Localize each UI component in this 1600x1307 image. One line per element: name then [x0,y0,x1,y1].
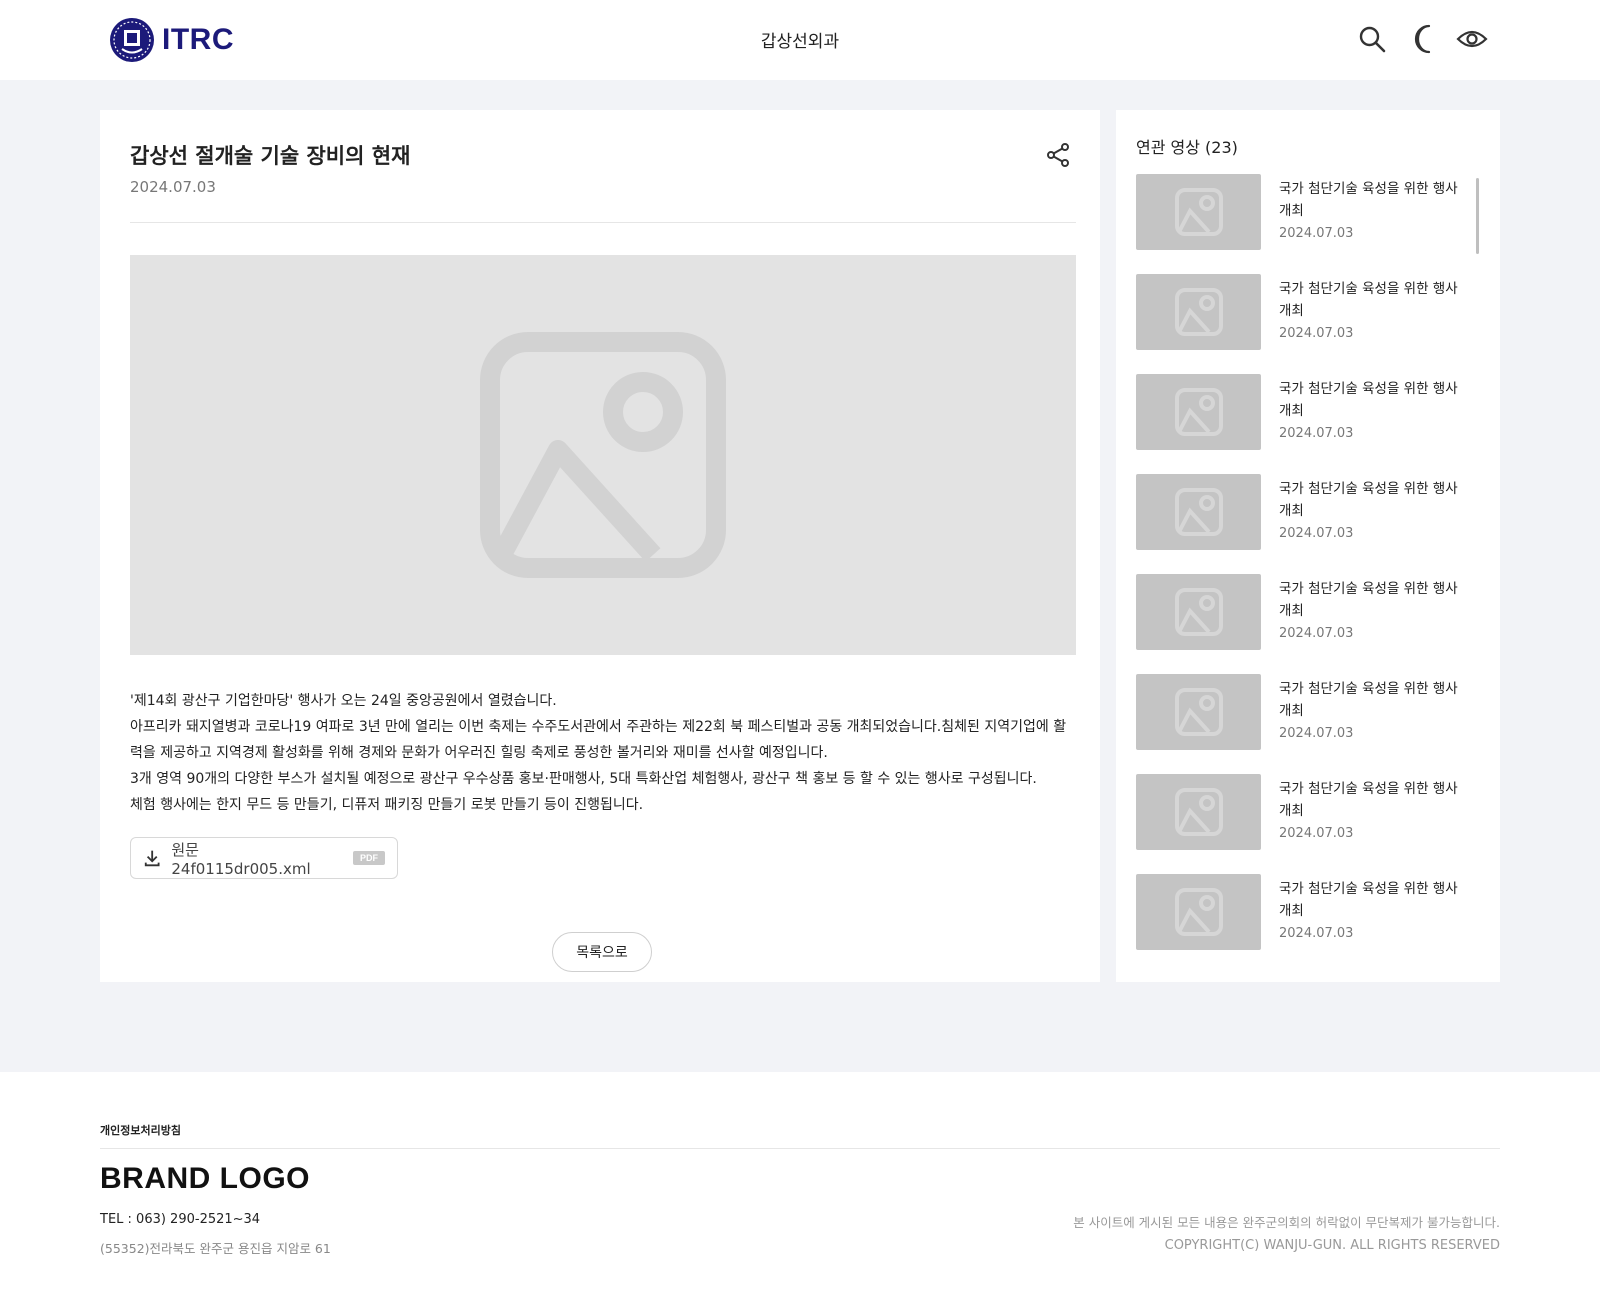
body-paragraph: '제14회 광산구 기업한마당' 행사가 오는 24일 중앙공원에서 열렸습니다… [130,693,557,709]
video-date: 2024.07.03 [1279,826,1354,841]
video-title: 국가 첨단기술 육성을 위한 행사 개최 [1279,681,1458,719]
attachment-download-button[interactable]: 원문 24f0115dr005.xml PDF [130,837,398,879]
university-seal-icon [110,18,154,62]
image-placeholder-icon [1174,188,1223,236]
video-thumbnail [1136,374,1261,450]
footer-divider [100,1148,1500,1149]
list-item[interactable]: 국가 첨단기술 육성을 위한 행사 개최 2024.07.03 [1136,374,1476,474]
post-body: '제14회 광산구 기업한마당' 행사가 오는 24일 중앙공원에서 열렸습니다… [130,688,1076,818]
body-paragraph: 아프리카 돼지열병과 코로나19 여파로 3년 만에 열리는 이번 축제는 수주… [130,719,1067,761]
video-title: 국가 첨단기술 육성을 위한 행사 개최 [1279,581,1458,619]
footer-address: (55352)전라북도 완주군 용진읍 지암로 61 [100,1241,331,1256]
hero-image-placeholder [130,255,1076,655]
list-item[interactable]: 국가 첨단기술 육성을 위한 행사 개최 2024.07.03 [1136,274,1476,374]
list-item[interactable]: 국가 첨단기술 육성을 위한 행사 개최 2024.07.03 [1136,874,1476,974]
video-date: 2024.07.03 [1279,526,1354,541]
video-title: 국가 첨단기술 육성을 위한 행사 개최 [1279,281,1458,319]
brand-logo: BRAND LOGO [100,1162,310,1195]
download-icon [144,850,160,867]
image-placeholder-icon [1174,388,1223,436]
header-tools [1356,22,1488,56]
video-date: 2024.07.03 [1279,326,1354,341]
video-date: 2024.07.03 [1279,926,1354,941]
footer-copyright: COPYRIGHT(C) WANJU-GUN. ALL RIGHTS RESER… [1164,1238,1500,1253]
moon-icon[interactable] [1406,22,1438,56]
video-title: 국가 첨단기술 육성을 위한 행사 개최 [1279,881,1458,919]
article-card: 갑상선 절개술 기술 장비의 현재 2024.07.03 '제14회 광산구 기… [100,110,1100,982]
footer-notice: 본 사이트에 게시된 모든 내용은 완주군의회의 허락없이 무단복제가 불가능합… [1073,1215,1500,1230]
body-paragraph: 체험 행사에는 한지 무드 등 만들기, 디퓨저 패키징 만들기 로봇 만들기 … [130,797,644,813]
video-title: 국가 첨단기술 육성을 위한 행사 개최 [1279,781,1458,819]
related-videos-title: 연관 영상 (23) [1136,138,1238,157]
list-item[interactable]: 국가 첨단기술 육성을 위한 행사 개최 2024.07.03 [1136,774,1476,874]
eye-icon[interactable] [1456,22,1488,56]
footer-tel: TEL : 063) 290-2521~34 [100,1212,261,1227]
title-divider [130,222,1076,223]
back-to-list-button[interactable]: 목록으로 [552,932,652,972]
image-placeholder-icon [1174,888,1223,936]
search-icon[interactable] [1356,22,1388,56]
list-item[interactable]: 국가 첨단기술 육성을 위한 행사 개최 2024.07.03 [1136,674,1476,774]
image-placeholder-icon [1174,688,1223,736]
logo-text: ITRC [162,23,234,56]
post-title: 갑상선 절개술 기술 장비의 현재 [130,144,411,168]
list-item[interactable]: 국가 첨단기술 육성을 위한 행사 개최 2024.07.03 [1136,474,1476,574]
list-item[interactable]: 국가 첨단기술 육성을 위한 행사 개최 2024.07.03 [1136,174,1476,274]
image-placeholder-icon [1174,588,1223,636]
image-placeholder-icon [1174,488,1223,536]
video-date: 2024.07.03 [1279,426,1354,441]
pdf-badge: PDF [353,851,385,865]
site-footer: 개인정보처리방침 BRAND LOGO TEL : 063) 290-2521~… [0,1072,1600,1307]
video-thumbnail [1136,574,1261,650]
video-thumbnail [1136,874,1261,950]
video-thumbnail [1136,474,1261,550]
video-thumbnail [1136,774,1261,850]
image-placeholder-icon [1174,788,1223,836]
site-header: ITRC 갑상선외과 [0,0,1600,80]
video-thumbnail [1136,174,1261,250]
video-title: 국가 첨단기술 육성을 위한 행사 개최 [1279,481,1458,519]
related-videos-list: 국가 첨단기술 육성을 위한 행사 개최 2024.07.03 국가 첨단기술 … [1136,174,1476,974]
privacy-policy-link[interactable]: 개인정보처리방침 [100,1122,181,1138]
image-placeholder-icon [1174,288,1223,336]
site-logo[interactable]: ITRC [108,16,234,64]
video-thumbnail [1136,674,1261,750]
list-item[interactable]: 국가 첨단기술 육성을 위한 행사 개최 2024.07.03 [1136,574,1476,674]
video-title: 국가 첨단기술 육성을 위한 행사 개최 [1279,381,1458,419]
video-date: 2024.07.03 [1279,726,1354,741]
share-icon[interactable] [1044,141,1072,169]
video-thumbnail [1136,274,1261,350]
related-videos-panel: 연관 영상 (23) 국가 첨단기술 육성을 위한 행사 개최 2024.07.… [1116,110,1500,982]
video-title: 국가 첨단기술 육성을 위한 행사 개최 [1279,181,1458,219]
attachment-name: 원문 24f0115dr005.xml [171,840,311,878]
sidebar-scrollbar[interactable] [1476,178,1479,254]
body-paragraph: 3개 영역 90개의 다양한 부스가 설치될 예정으로 광산구 우수상품 홍보·… [130,771,1037,787]
post-date: 2024.07.03 [130,178,216,196]
department-title: 갑상선외과 [760,32,840,52]
video-date: 2024.07.03 [1279,226,1354,241]
image-placeholder-icon [480,332,726,578]
video-date: 2024.07.03 [1279,626,1354,641]
